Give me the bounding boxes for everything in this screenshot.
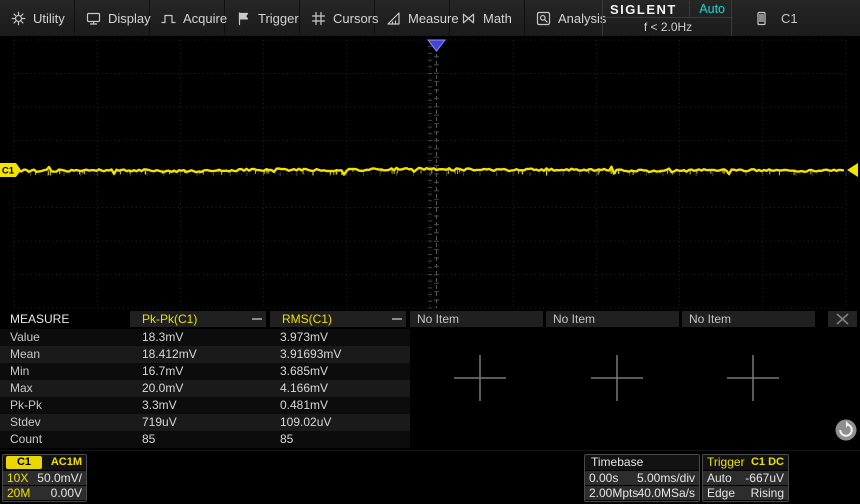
trigger-mode: Auto: [707, 471, 732, 485]
menu-acquire[interactable]: Acquire: [150, 0, 228, 36]
menu-cursors-label: Cursors: [333, 10, 379, 26]
trigger-title: Trigger: [707, 455, 745, 469]
channel1-descriptor-box[interactable]: C1 AC1M 10X 50.0mV/ 20M 0.00V: [2, 454, 87, 502]
timebase-scale-row: 0.00s 5.00ms/div: [585, 470, 699, 485]
measure-col2-header[interactable]: RMS(C1): [270, 311, 406, 327]
timebase-box[interactable]: Timebase 0.00s 5.00ms/div 2.00Mpts 40.0M…: [584, 454, 700, 502]
menu-analysis-label: Analysis: [558, 10, 607, 26]
channel-list-icon: [757, 11, 766, 25]
channel1-coupling: AC1M: [50, 456, 82, 468]
measure-col5-header[interactable]: No Item: [682, 311, 815, 327]
menu-display[interactable]: Display: [75, 0, 151, 36]
trigger-level-marker: [847, 163, 858, 177]
menu-analysis[interactable]: Analysis: [525, 0, 606, 36]
active-channel-indicator[interactable]: C1: [732, 0, 860, 36]
table-row: Max 20.0mV 4.166mV: [0, 380, 410, 397]
bottom-status-bar: C1 AC1M 10X 50.0mV/ 20M 0.00V Timebase 0…: [0, 450, 860, 504]
trigger-type-row: Edge Rising: [703, 485, 788, 500]
measure-panel-title: MEASURE: [10, 312, 70, 326]
menu-measure[interactable]: Measure: [375, 0, 459, 36]
flag-icon: [238, 11, 249, 25]
remove-measure1-button[interactable]: [252, 318, 262, 320]
channel1-badge: C1: [6, 456, 42, 469]
menu-acquire-label: Acquire: [183, 10, 228, 26]
gear-icon: [11, 11, 26, 25]
trigger-type: Edge: [707, 486, 736, 500]
menu-utility-label: Utility: [33, 10, 65, 26]
cursors-icon: [311, 11, 326, 25]
trigger-header-row: Trigger C1 DC: [703, 455, 788, 470]
logo-row: SIGLENT Auto: [603, 0, 733, 18]
menu-cursors[interactable]: Cursors: [300, 0, 379, 36]
analysis-icon: [536, 11, 551, 25]
trigger-level: -667uV: [745, 471, 784, 485]
timebase-sampling-row: 2.00Mpts 40.0MSa/s: [585, 485, 699, 500]
measure-col3-header[interactable]: No Item: [410, 311, 543, 327]
display-icon: [86, 12, 101, 25]
menu-math-label: Math: [483, 10, 512, 26]
measure-col1-header[interactable]: Pk-Pk(C1): [130, 311, 266, 327]
top-menu-bar: Utility Display Acquire Trigger Cursors …: [0, 0, 860, 36]
divider: [689, 1, 690, 17]
channel1-header-row: C1 AC1M: [3, 455, 86, 470]
remove-measure2-button[interactable]: [392, 318, 402, 320]
svg-text:C1: C1: [2, 166, 15, 177]
trigger-mode-row: Auto -667uV: [703, 470, 788, 485]
add-measure-icon[interactable]: [452, 353, 508, 403]
measure-col4-header[interactable]: No Item: [546, 311, 679, 327]
menu-utility[interactable]: Utility: [0, 0, 75, 36]
channel1-vdiv: 50.0mV/: [37, 471, 82, 485]
trigger-box[interactable]: Trigger C1 DC Auto -667uV Edge Rising: [702, 454, 789, 502]
close-icon: [836, 313, 849, 325]
menu-trigger-label: Trigger: [258, 10, 299, 26]
trigger-source: C1 DC: [750, 456, 784, 468]
menu-trigger[interactable]: Trigger: [225, 0, 300, 36]
menu-display-label: Display: [108, 10, 151, 26]
table-row: Mean 18.412mV 3.91693mV: [0, 346, 410, 363]
table-row: Min 16.7mV 3.685mV: [0, 363, 410, 380]
timebase-tdiv: 5.00ms/div: [636, 471, 695, 485]
table-row: Stdev 719uV 109.02uV: [0, 414, 410, 431]
frequency-counter: f < 2.0Hz: [643, 20, 693, 34]
add-measure-icon[interactable]: [589, 353, 645, 403]
graticule-and-trace: C1: [0, 39, 858, 309]
table-row: Pk-Pk 3.3mV 0.481mV: [0, 397, 410, 414]
channel1-offset: 0.00V: [50, 486, 82, 500]
channel1-bandwidth: 20M: [7, 486, 31, 500]
measure-panel: MEASURE Pk-Pk(C1) RMS(C1) No Item No Ite…: [0, 310, 860, 450]
logo-status-box: SIGLENT Auto f < 2.0Hz: [602, 0, 733, 36]
timebase-memdepth: 2.00Mpts: [589, 486, 639, 500]
math-icon: [462, 13, 475, 23]
oscilloscope-screen: Utility Display Acquire Trigger Cursors …: [0, 0, 860, 504]
acquisition-status[interactable]: Auto: [699, 2, 725, 16]
table-row: Count 85 85: [0, 431, 410, 448]
waveform-display[interactable]: C1: [0, 36, 860, 310]
close-measure-button[interactable]: [828, 311, 857, 327]
trigger-slope: Rising: [750, 486, 784, 500]
timebase-header-row: Timebase: [585, 455, 699, 470]
timebase-samplerate: 40.0MSa/s: [637, 486, 695, 500]
add-measure-icon[interactable]: [725, 353, 781, 403]
timebase-title: Timebase: [591, 455, 644, 469]
channel1-offset-row: 20M 0.00V: [3, 485, 86, 500]
acquire-icon: [161, 14, 176, 23]
active-channel-label: C1: [781, 10, 798, 26]
timebase-delay: 0.00s: [589, 471, 619, 485]
reset-statistics-icon[interactable]: [834, 418, 858, 442]
table-row: Value 18.3mV 3.973mV: [0, 329, 410, 346]
channel1-probe: 10X: [7, 471, 29, 485]
menu-math[interactable]: Math: [450, 0, 525, 36]
ruler-icon: [387, 11, 400, 25]
channel1-scale-row: 10X 50.0mV/: [3, 470, 86, 485]
siglent-logo: SIGLENT: [610, 2, 677, 17]
